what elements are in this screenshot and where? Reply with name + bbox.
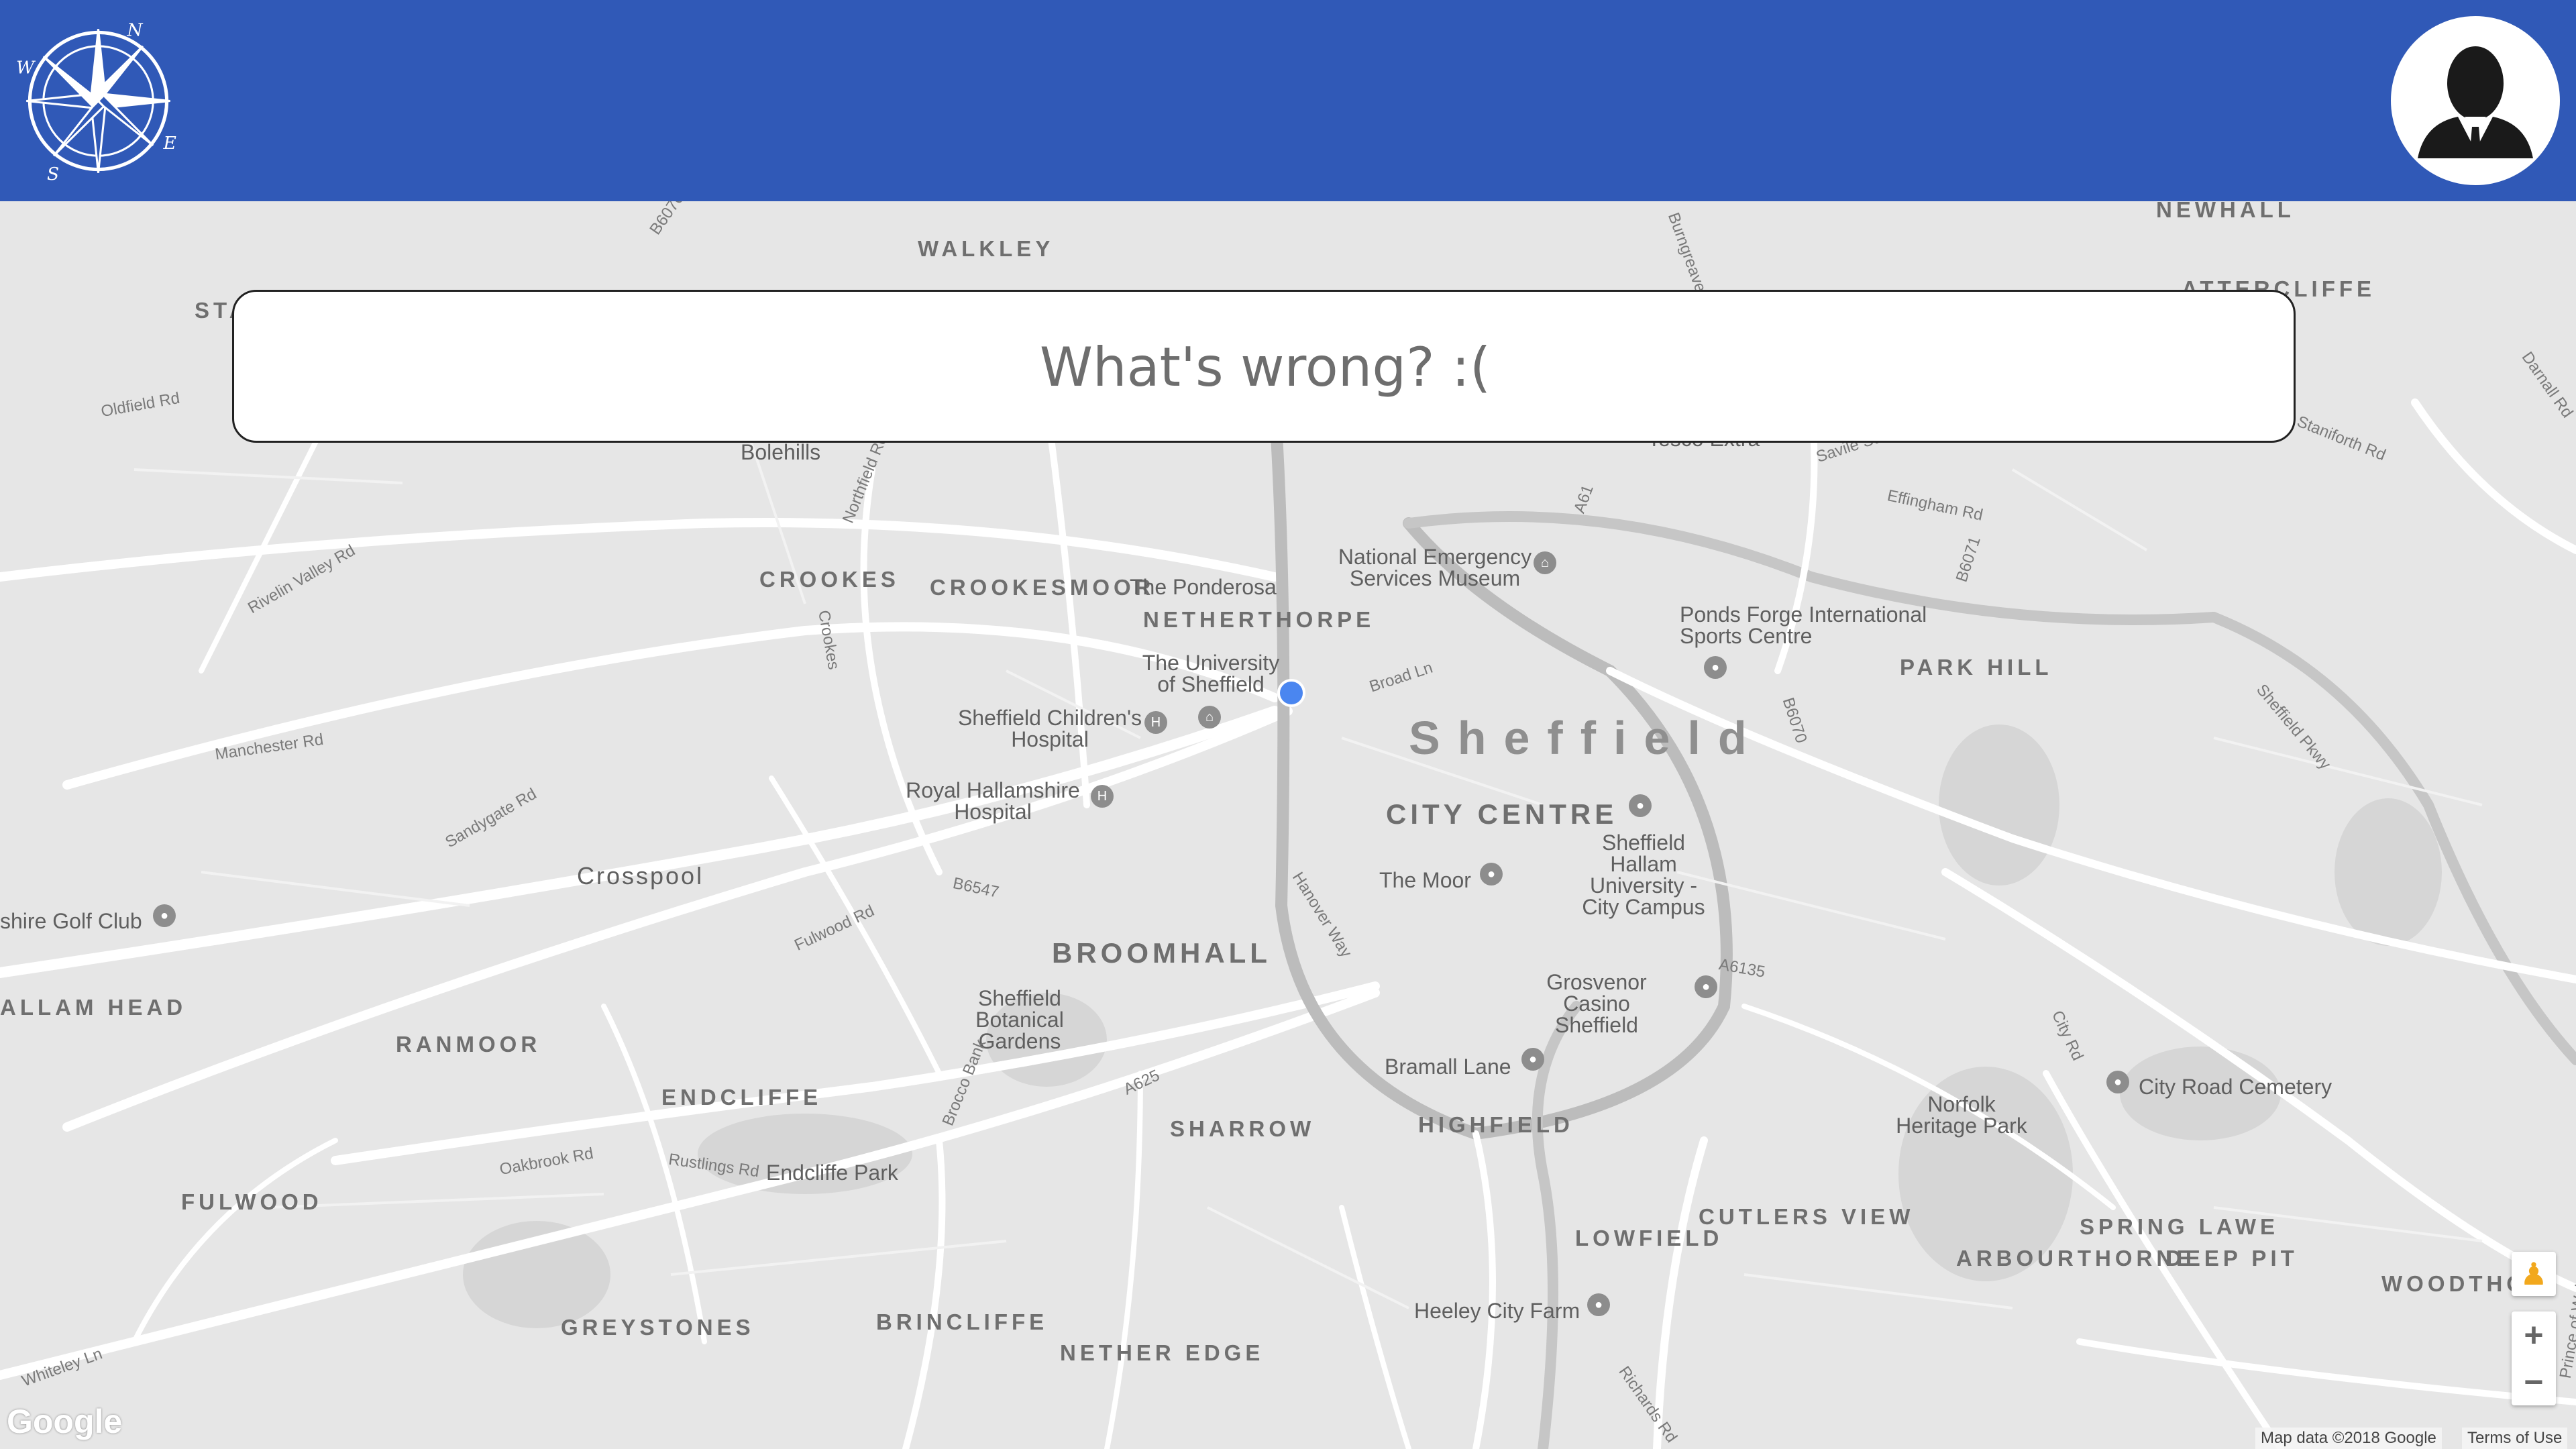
- map-place-label: The Ponderosa: [1130, 575, 1277, 599]
- svg-text:S: S: [47, 164, 59, 183]
- map-district-label: HIGHFIELD: [1418, 1112, 1574, 1137]
- svg-text:N: N: [126, 20, 143, 41]
- issue-search-input[interactable]: [234, 292, 2296, 442]
- map-district-label: DEEP PIT: [2165, 1246, 2298, 1271]
- user-avatar-icon[interactable]: [2391, 16, 2560, 185]
- landmark-icon[interactable]: ●: [1629, 794, 1652, 817]
- map-place-label: Crosspool: [577, 862, 704, 890]
- map-district-label: SPRING LAWE: [2080, 1214, 2279, 1239]
- map-district-label: WALKLEY: [918, 236, 1055, 261]
- compass-rose-icon[interactable]: N W E S: [16, 19, 180, 183]
- zoom-in-button[interactable]: +: [2512, 1311, 2556, 1358]
- map-district-label: ARBOURTHORNE: [1956, 1246, 2196, 1271]
- map-city-label: Sheffield: [1409, 712, 1764, 764]
- map-district-label: BROOMHALL: [1052, 937, 1271, 969]
- map-place-label: shire Golf Club: [0, 909, 142, 933]
- map-district-label: GREYSTONES: [561, 1315, 755, 1340]
- map-district-label: CITY CENTRE: [1386, 798, 1618, 830]
- map-place-label: Heeley City Farm: [1414, 1299, 1580, 1323]
- map-place-label: The University of Sheffield: [1142, 651, 1280, 696]
- terms-of-use-link[interactable]: Terms of Use: [2462, 1428, 2568, 1449]
- map-place-label: Bramall Lane: [1385, 1055, 1511, 1079]
- map-district-label: CUTLERS VIEW: [1699, 1204, 1915, 1229]
- hospital-icon[interactable]: H: [1144, 711, 1167, 734]
- svg-text:E: E: [162, 133, 176, 154]
- hospital-icon[interactable]: H: [1091, 785, 1114, 808]
- cemetery-icon[interactable]: ●: [2106, 1071, 2129, 1093]
- street-view-pegman-icon[interactable]: ♟: [2512, 1252, 2556, 1296]
- map-place-label: Endcliffe Park: [766, 1161, 898, 1185]
- map-place-label: Norfolk Heritage Park: [1896, 1092, 2027, 1138]
- map-attribution: Map data ©2018 Google: [2255, 1428, 2442, 1449]
- map-district-label: FULWOOD: [181, 1189, 323, 1214]
- map-district-label: CROOKES: [759, 567, 900, 592]
- map-place-label: Grosvenor Casino Sheffield: [1546, 970, 1647, 1037]
- map-district-label: ENDCLIFFE: [661, 1085, 822, 1110]
- map-district-label: RANMOOR: [396, 1032, 541, 1057]
- map-place-label: Bolehills: [741, 440, 821, 464]
- museum-icon[interactable]: ⌂: [1534, 551, 1556, 574]
- zoom-control[interactable]: + −: [2512, 1311, 2556, 1405]
- stadium-icon[interactable]: ●: [1521, 1048, 1544, 1071]
- map-place-label: The Moor: [1379, 868, 1471, 892]
- golf-icon[interactable]: ●: [153, 904, 176, 927]
- map-district-label: NETHERTHORPE: [1143, 607, 1375, 632]
- map-place-label: Ponds Forge International Sports Centre: [1680, 602, 1927, 648]
- map-district-label: NETHER EDGE: [1060, 1340, 1265, 1365]
- shopping-icon[interactable]: ●: [1480, 863, 1503, 885]
- map-district-label: CROOKESMOOR: [930, 575, 1155, 600]
- casino-icon[interactable]: ●: [1695, 975, 1717, 998]
- map-place-label: City Road Cemetery: [2139, 1075, 2332, 1099]
- university-icon[interactable]: ⌂: [1198, 706, 1221, 729]
- map-district-label: BRINCLIFFE: [876, 1309, 1049, 1334]
- google-logo: Google: [7, 1403, 123, 1440]
- map-place-label: National Emergency Services Museum: [1338, 545, 1532, 590]
- map-place-label: Sheffield Hallam University - City Campu…: [1582, 830, 1705, 919]
- map-district-label: ALLAM HEAD: [0, 995, 187, 1020]
- farm-icon[interactable]: ●: [1587, 1293, 1610, 1316]
- map-district-label: SHARROW: [1170, 1116, 1316, 1141]
- zoom-out-button[interactable]: −: [2512, 1358, 2556, 1405]
- map-place-label: Royal Hallamshire Hospital: [906, 778, 1080, 824]
- current-location-marker[interactable]: [1277, 679, 1305, 707]
- app-header: N W E S: [0, 0, 2576, 201]
- issue-search-box[interactable]: [232, 290, 2296, 443]
- sports-centre-icon[interactable]: ●: [1704, 656, 1727, 679]
- map-place-label: Sheffield Children's Hospital: [957, 706, 1142, 751]
- map-district-label: PARK HILL: [1900, 655, 2053, 680]
- svg-text:W: W: [16, 58, 36, 78]
